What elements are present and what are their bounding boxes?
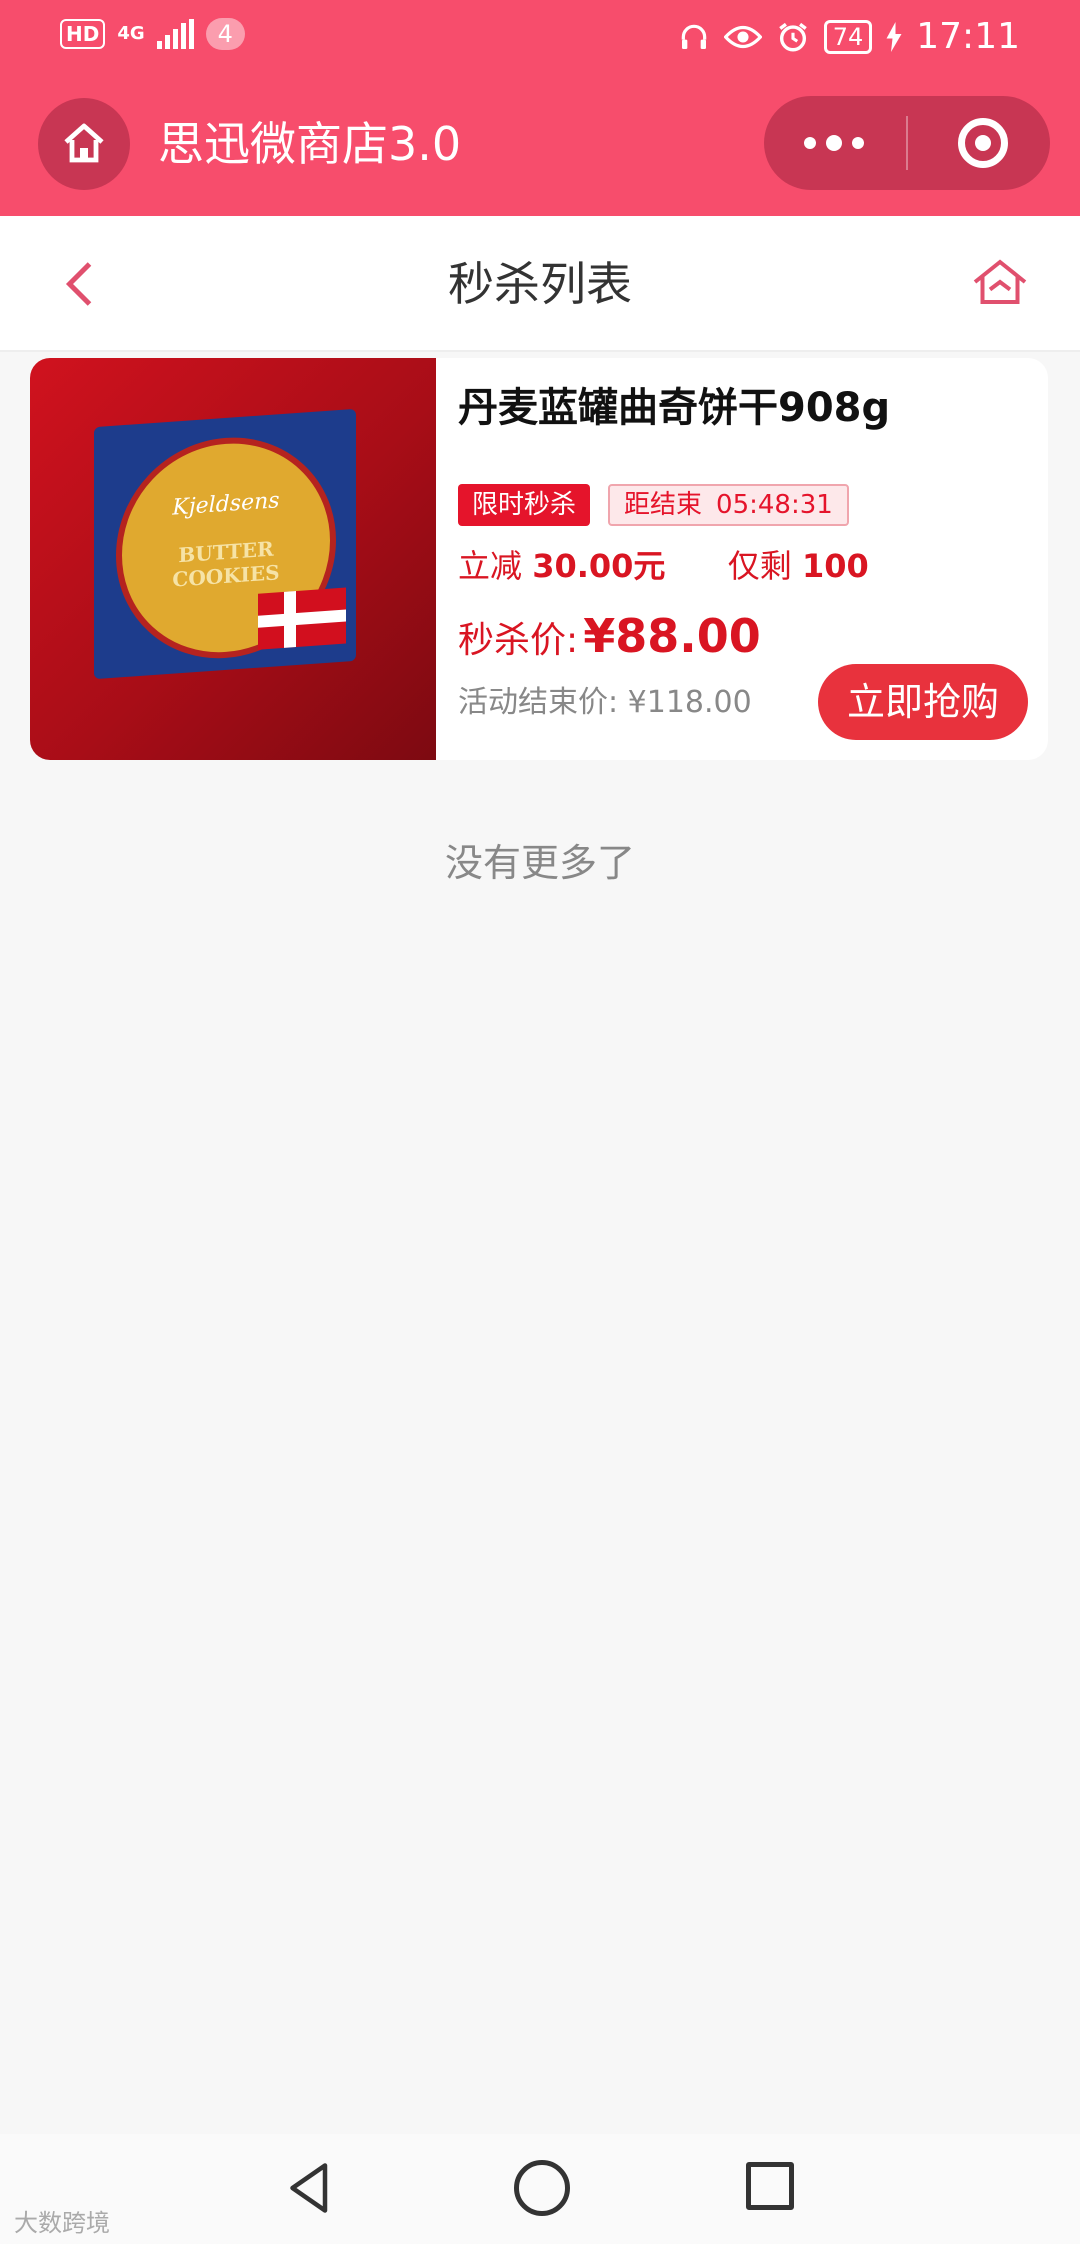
mini-program-capsule [764,96,1050,190]
countdown-label: 距结束 [624,490,703,520]
headphones-icon [681,24,706,49]
nav-home-icon[interactable] [514,2160,570,2216]
discount-label: 立减 [458,547,523,585]
flash-price-label: 秒杀价: [458,620,579,661]
status-bar: HD 4G 4 74 17:11 [0,0,1080,72]
flash-sale-item[interactable]: Kjeldsens BUTTER COOKIES 丹麦蓝罐曲奇饼干908g 限时… [30,358,1048,760]
hd-indicator: HD [60,19,106,49]
network-type: 4G [117,23,145,44]
stock-label: 仅剩 [727,547,792,585]
flash-price: ¥88.00 [583,609,761,663]
nav-back-icon[interactable] [280,2158,340,2218]
product-name[interactable]: 丹麦蓝罐曲奇饼干908g [458,380,890,436]
eye-icon [723,25,762,48]
danish-flag-icon [258,587,346,650]
discount-stock-line: 立减 30.00元 仅剩 100 [458,544,869,588]
sale-tags: 限时秒杀 距结束 05:48:31 [458,484,849,526]
list-end-text: 没有更多了 [444,841,635,885]
stock-value: 100 [801,547,869,585]
top-bar: HD 4G 4 74 17:11 思迅微商店3.0 [0,0,1080,216]
battery-level: 74 [823,19,873,54]
signal-icon [156,19,194,49]
flash-sale-badge: 限时秒杀 [458,484,591,526]
end-price-label: 活动结束价: [458,685,619,720]
cookie-tin-image: Kjeldsens BUTTER COOKIES [94,408,356,680]
end-price-line: 活动结束价: ¥118.00 [458,682,752,724]
more-dots-icon[interactable] [804,96,864,190]
end-price: ¥118.00 [627,685,752,720]
tin-brand: Kjeldsens [172,488,280,521]
mini-program-title: 思迅微商店3.0 [158,117,462,171]
nav-recent-icon[interactable] [746,2162,794,2210]
house-outline-icon[interactable] [970,252,1030,312]
home-icon [64,123,104,163]
discount-value: 30.00元 [532,547,666,585]
clock: 17:11 [916,16,1020,57]
countdown-timer: 05:48:31 [716,490,833,520]
charging-icon [886,21,902,52]
page-header: 秒杀列表 [0,216,1080,352]
target-circle-icon[interactable] [958,118,1008,168]
product-image[interactable]: Kjeldsens BUTTER COOKIES [30,358,436,760]
countdown-badge: 距结束 05:48:31 [608,484,849,526]
buy-now-button[interactable]: 立即抢购 [818,664,1028,740]
watermark: 大数跨境 [14,2209,110,2237]
flash-price-line: 秒杀价: ¥88.00 [458,608,761,675]
capsule-divider [906,116,908,170]
system-nav-bar [0,2134,1080,2244]
page-title: 秒杀列表 [448,257,632,311]
tin-label: BUTTER COOKIES [172,536,280,592]
notification-count: 4 [205,18,245,50]
mini-program-home-button[interactable] [38,98,130,190]
alarm-icon [778,22,807,51]
